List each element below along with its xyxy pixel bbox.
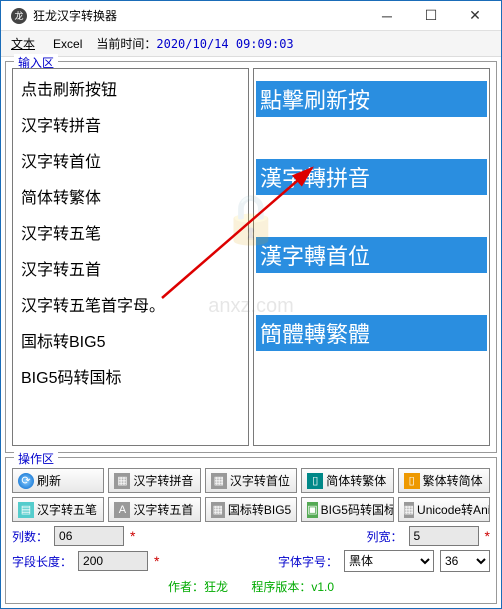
footer: 作者：狂龙 程序版本：v1.0 [12,576,490,597]
left-item[interactable]: 汉字转首位 [15,145,246,181]
required-mark: * [130,528,135,544]
time-value: 2020/10/14 09:09:03 [156,37,293,51]
button-icon: ▦ [211,502,225,518]
left-item[interactable]: 汉字转拼音 [15,109,246,145]
right-item[interactable] [256,203,487,229]
action-button[interactable]: ▦国标转BIG5 [205,497,297,522]
button-icon: ▦ [404,502,414,518]
button-icon: ▦ [211,473,227,489]
button-icon: A [114,502,130,518]
left-item[interactable]: 简体转繁体 [15,181,246,217]
button-row-1: ⟳刷新▦汉字转拼音▦汉字转首位▯简体转繁体▯繁体转简体 [12,468,490,493]
close-button[interactable]: ✕ [453,2,497,30]
button-icon: ▯ [404,473,420,489]
fieldlen-input[interactable] [78,551,148,571]
left-item[interactable]: BIG5码转国标 [15,361,246,397]
version-label: 程序版本：v1.0 [251,580,334,594]
button-label: 汉字转首位 [230,472,290,489]
content: 输入区 点击刷新按钮汉字转拼音汉字转首位简体转繁体汉字转五笔汉字转五首汉字转五笔… [1,57,501,608]
fontsize-label: 字体字号： [278,553,338,570]
titlebar: 龙 狂龙汉字转换器 ─ ☐ ✕ [1,1,501,31]
button-icon: ▣ [307,502,317,518]
time-label: 当前时间： [96,37,156,51]
button-label: 繁体转简体 [423,472,483,489]
right-panel: 點擊刷新按 漢字轉拼音 漢字轉首位 簡體轉繁體 [253,68,490,446]
action-button[interactable]: ⟳刷新 [12,468,104,493]
action-button[interactable]: ▦Unicode转Anisc [398,497,490,522]
button-label: 汉字转拼音 [133,472,193,489]
toolbar: 文本 Excel 当前时间：2020/10/14 09:09:03 [1,31,501,57]
right-item[interactable]: 漢字轉拼音 [256,159,487,195]
action-button[interactable]: ▣BIG5码转国标 [301,497,393,522]
operation-section-label: 操作区 [14,450,58,467]
input-section: 输入区 点击刷新按钮汉字转拼音汉字转首位简体转繁体汉字转五笔汉字转五首汉字转五笔… [5,61,497,453]
maximize-button[interactable]: ☐ [409,2,453,30]
font-size-select[interactable]: 36 [440,550,490,572]
left-scroll[interactable]: 点击刷新按钮汉字转拼音汉字转首位简体转繁体汉字转五笔汉字转五首汉字转五笔首字母。… [13,69,248,445]
right-item[interactable]: 點擊刷新按 [256,81,487,117]
action-button[interactable]: ▤汉字转五笔 [12,497,104,522]
tab-excel[interactable]: Excel [49,35,86,53]
required-mark: * [485,528,490,544]
left-item[interactable]: 汉字转五首 [15,253,246,289]
right-item[interactable]: 簡體轉繁體 [256,315,487,351]
button-icon: ▦ [114,473,130,489]
action-button[interactable]: ▯简体转繁体 [301,468,393,493]
button-label: 汉字转五首 [133,501,193,518]
operation-section: 操作区 ⟳刷新▦汉字转拼音▦汉字转首位▯简体转繁体▯繁体转简体 ▤汉字转五笔A汉… [5,457,497,604]
button-label: 简体转繁体 [326,472,386,489]
cols-input[interactable] [54,526,124,546]
action-button[interactable]: ▯繁体转简体 [398,468,490,493]
right-item[interactable] [256,281,487,307]
button-icon: ⟳ [18,473,34,489]
window-title: 狂龙汉字转换器 [33,7,365,24]
left-list: 点击刷新按钮汉字转拼音汉字转首位简体转繁体汉字转五笔汉字转五首汉字转五笔首字母。… [15,73,246,397]
fieldlen-label: 字段长度： [12,553,72,570]
button-label: 国标转BIG5 [228,501,291,518]
button-label: 汉字转五笔 [37,501,97,518]
app-icon: 龙 [11,8,27,24]
font-name-select[interactable]: 黑体 [344,550,434,572]
param-row-2: 字段长度： * 字体字号： 黑体 36 [12,550,490,572]
left-item[interactable]: 汉字转五笔 [15,217,246,253]
tab-text[interactable]: 文本 [7,33,39,54]
button-label: 刷新 [37,472,61,489]
author-label: 作者：狂龙 [168,580,228,594]
right-item[interactable]: 漢字轉首位 [256,237,487,273]
action-button[interactable]: ▦汉字转首位 [205,468,297,493]
width-input[interactable] [409,526,479,546]
button-label: BIG5码转国标 [321,501,394,518]
button-label: Unicode转Anisc [417,501,490,518]
window-buttons: ─ ☐ ✕ [365,2,497,30]
app-window: 龙 狂龙汉字转换器 ─ ☐ ✕ 文本 Excel 当前时间：2020/10/14… [0,0,502,609]
cols-label: 列数： [12,528,48,545]
param-row-1: 列数： * 列宽： * [12,526,490,546]
left-panel: 点击刷新按钮汉字转拼音汉字转首位简体转繁体汉字转五笔汉字转五首汉字转五笔首字母。… [12,68,249,446]
right-item[interactable] [256,125,487,151]
required-mark: * [154,553,159,569]
left-item[interactable]: 国标转BIG5 [15,325,246,361]
left-item[interactable]: 汉字转五笔首字母。 [15,289,246,325]
time-area: 当前时间：2020/10/14 09:09:03 [96,35,293,52]
button-icon: ▯ [307,473,323,489]
right-list: 點擊刷新按 漢字轉拼音 漢字轉首位 簡體轉繁體 [256,81,487,351]
minimize-button[interactable]: ─ [365,2,409,30]
left-item[interactable]: 点击刷新按钮 [15,73,246,109]
action-button[interactable]: A汉字转五首 [108,497,200,522]
width-label: 列宽： [367,528,403,545]
button-row-2: ▤汉字转五笔A汉字转五首▦国标转BIG5▣BIG5码转国标▦Unicode转An… [12,497,490,522]
button-icon: ▤ [18,502,34,518]
action-button[interactable]: ▦汉字转拼音 [108,468,200,493]
right-scroll[interactable]: 點擊刷新按 漢字轉拼音 漢字轉首位 簡體轉繁體 [254,69,489,445]
